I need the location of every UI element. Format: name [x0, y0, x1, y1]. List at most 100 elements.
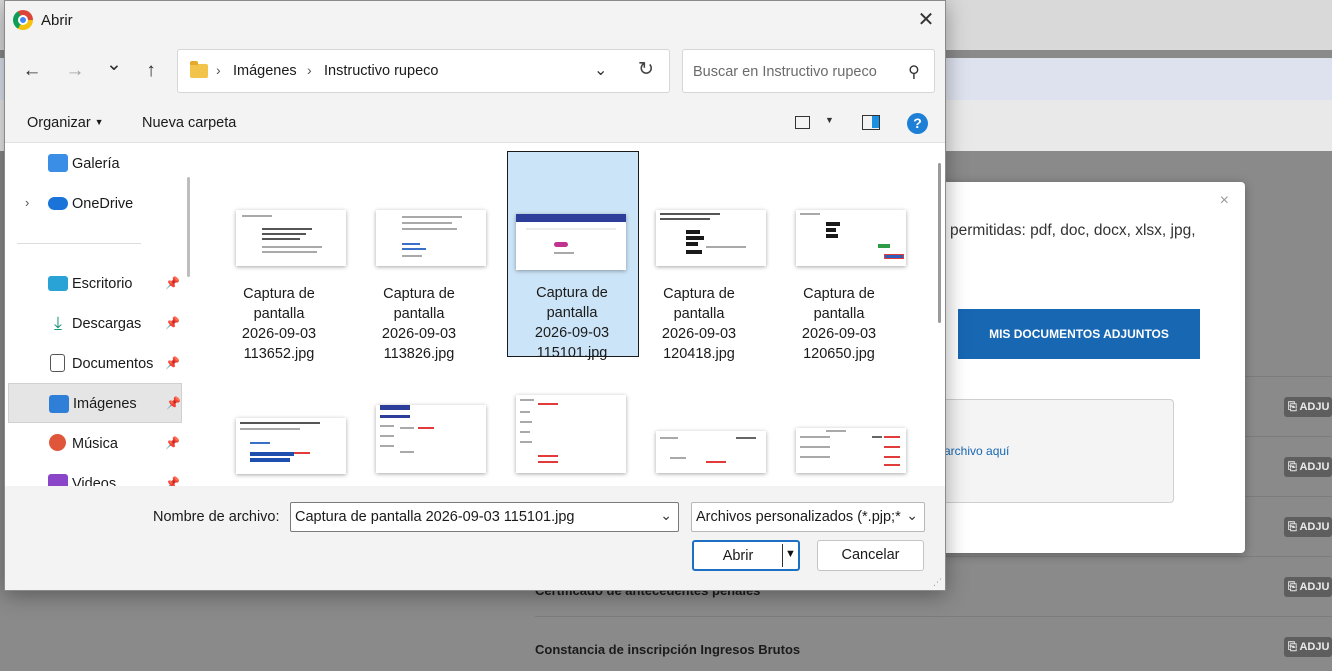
organize-button[interactable]: Organizar ▼ — [27, 115, 104, 131]
dialog-title: Abrir — [41, 12, 73, 29]
filename-value: Captura de pantalla 2026-09-03 115101.jp… — [295, 509, 575, 525]
file-name-line: 2026-09-03 — [241, 326, 317, 342]
modal-close-icon[interactable]: × — [1220, 192, 1229, 210]
help-icon[interactable]: ? — [907, 113, 928, 134]
file-name-line: 2026-09-03 — [534, 325, 610, 341]
divider — [17, 243, 141, 244]
attach-button[interactable]: ⎘ ADJU — [1284, 517, 1332, 537]
up-arrow-icon[interactable]: ↑ — [136, 57, 166, 85]
file-item-selected[interactable]: Captura de pantalla 2026-09-03 115101.jp… — [507, 151, 639, 361]
attach-button[interactable]: ⎘ ADJU — [1284, 397, 1332, 417]
file-name: Captura de pantalla 2026-09-03 113652.jp… — [213, 284, 345, 364]
pin-icon: 📌 — [165, 476, 180, 486]
file-item[interactable] — [353, 395, 486, 486]
chevron-right-icon[interactable]: › — [25, 195, 29, 210]
file-item[interactable]: Captura de pantalla 2026-09-03 113826.jp… — [353, 152, 486, 362]
sidebar-item-label: Descargas — [72, 316, 142, 332]
file-item[interactable] — [633, 421, 766, 486]
file-item[interactable]: Captura de pantalla 2026-09-03 113652.jp… — [213, 152, 346, 362]
recent-locations-chevron-icon[interactable]: ⌄ — [99, 51, 129, 79]
view-mode-icon[interactable] — [795, 116, 810, 129]
file-thumbnail — [236, 210, 346, 266]
file-name-line: 113826.jpg — [383, 346, 455, 362]
file-name: Captura de pantalla 2026-09-03 113826.jp… — [353, 284, 485, 364]
attach-button[interactable]: ⎘ ADJU — [1284, 637, 1332, 657]
pictures-icon — [49, 395, 69, 413]
file-name: Captura de pantalla 2026-09-03 120650.jp… — [773, 284, 905, 364]
preview-pane-icon[interactable] — [862, 115, 880, 130]
breadcrumb-folder[interactable]: Instructivo rupeco — [324, 63, 438, 79]
open-button[interactable]: Abrir ▼ — [692, 540, 800, 571]
sidebar-item-onedrive[interactable]: › OneDrive — [8, 185, 182, 223]
file-item[interactable] — [213, 408, 346, 486]
open-file-dialog: Abrir ✕ ← → ⌄ ↑ › Imágenes › Instructivo… — [4, 0, 946, 591]
file-list: Captura de pantalla 2026-09-03 113652.jp… — [200, 143, 945, 486]
file-name-line: Captura de — [383, 286, 455, 302]
pin-icon: 📌 — [165, 276, 180, 290]
attach-button-label: ADJU — [1299, 581, 1330, 593]
videos-icon — [48, 474, 68, 486]
sidebar-item-gallery[interactable]: Galería — [8, 145, 182, 183]
close-icon[interactable]: ✕ — [909, 5, 943, 35]
filetype-select[interactable]: Archivos personalizados (*.pjp;* ⌄ — [691, 502, 925, 532]
sidebar-item-pictures[interactable]: Imágenes 📌 — [8, 383, 182, 423]
file-name-line: pantalla — [673, 306, 725, 322]
sidebar-item-downloads[interactable]: ⤓ Descargas 📌 — [8, 305, 182, 343]
attach-button-label: ADJU — [1299, 401, 1330, 413]
navpane-scrollbar[interactable] — [187, 177, 190, 277]
file-thumbnail — [796, 428, 906, 473]
sidebar-item-label: Documentos — [72, 356, 154, 372]
file-item[interactable]: Captura de pantalla 2026-09-03 120418.jp… — [633, 152, 766, 362]
file-thumbnail — [376, 210, 486, 266]
file-name: Captura de pantalla 2026-09-03 115101.jp… — [507, 283, 637, 363]
filename-input[interactable]: Captura de pantalla 2026-09-03 115101.jp… — [290, 502, 679, 532]
open-button-label: Abrir — [722, 548, 754, 564]
file-list-scrollbar[interactable] — [938, 163, 941, 323]
pin-icon: 📌 — [165, 316, 180, 330]
forward-arrow-icon[interactable]: → — [60, 57, 90, 85]
file-name-line: 2026-09-03 — [801, 326, 877, 342]
filename-label: Nombre de archivo: — [153, 509, 280, 525]
sidebar-item-desktop[interactable]: Escritorio 📌 — [8, 265, 182, 303]
chevron-down-icon[interactable]: ⌄ — [660, 507, 672, 524]
search-placeholder: Buscar en Instructivo rupeco — [693, 64, 877, 80]
documents-icon — [50, 354, 65, 372]
open-options-caret-icon[interactable]: ▼ — [785, 548, 796, 560]
refresh-icon[interactable]: ↻ — [638, 58, 654, 81]
attach-button[interactable]: ⎘ ADJU — [1284, 457, 1332, 477]
caret-down-icon[interactable]: ▼ — [825, 115, 834, 125]
sidebar-item-music[interactable]: Música 📌 — [8, 425, 182, 463]
pin-icon: 📌 — [165, 356, 180, 370]
onedrive-icon — [48, 197, 68, 210]
attach-button[interactable]: ⎘ ADJU — [1284, 577, 1332, 597]
caret-down-icon: ▼ — [94, 117, 104, 127]
file-item[interactable] — [493, 385, 626, 486]
cancel-button[interactable]: Cancelar — [817, 540, 924, 571]
attach-button-label: ADJU — [1299, 641, 1330, 653]
sidebar-item-videos[interactable]: Videos 📌 — [8, 465, 182, 486]
organize-label: Organizar — [27, 115, 91, 131]
search-input[interactable]: Buscar en Instructivo rupeco ⚲ — [682, 49, 935, 93]
new-folder-button[interactable]: Nueva carpeta — [142, 115, 236, 131]
sidebar-item-documents[interactable]: Documentos 📌 — [8, 345, 182, 383]
dialog-titlebar: Abrir ✕ — [5, 1, 945, 39]
sidebar-item-label: Escritorio — [72, 276, 133, 292]
file-name-line: Captura de — [663, 286, 735, 302]
file-item[interactable] — [773, 418, 906, 486]
my-documents-button[interactable]: MIS DOCUMENTOS ADJUNTOS — [958, 309, 1200, 359]
file-name-line: 2026-09-03 — [381, 326, 457, 342]
file-dropzone[interactable]: archivo aquí — [930, 399, 1174, 503]
chevron-down-icon[interactable]: ⌄ — [903, 507, 918, 524]
address-dropdown-icon[interactable]: ⌄ — [594, 60, 607, 80]
resize-grip-icon[interactable]: ⋰ — [933, 577, 942, 588]
back-arrow-icon[interactable]: ← — [17, 57, 47, 85]
file-thumbnail — [516, 214, 626, 270]
file-name-line: pantalla — [393, 306, 445, 322]
address-bar[interactable]: › Imágenes › Instructivo rupeco ⌄ ↻ — [177, 49, 670, 93]
search-icon[interactable]: ⚲ — [908, 62, 920, 82]
file-thumbnail — [516, 395, 626, 473]
file-item[interactable]: Captura de pantalla 2026-09-03 120650.jp… — [773, 152, 906, 362]
file-name-line: Captura de — [536, 285, 608, 301]
breadcrumb-images[interactable]: Imágenes — [233, 63, 297, 79]
dialog-footer: Nombre de archivo: Captura de pantalla 2… — [5, 486, 945, 590]
